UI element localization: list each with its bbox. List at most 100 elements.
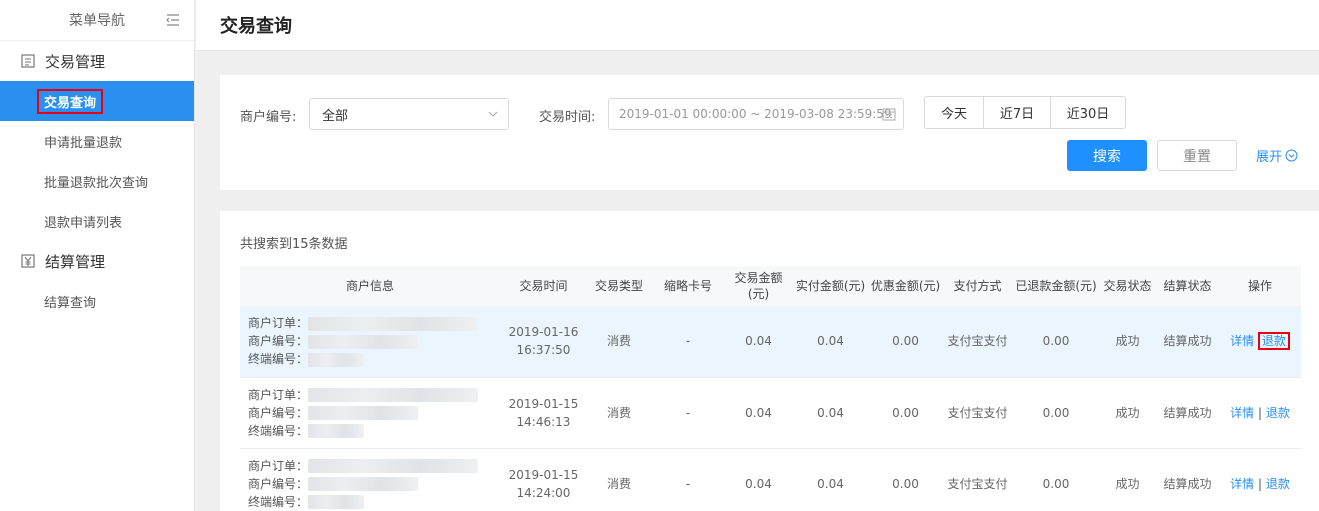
collapse-menu-icon[interactable] — [165, 12, 181, 28]
sidebar-item-label: 退款申请列表 — [44, 215, 123, 231]
detail-link[interactable]: 详情 — [1230, 477, 1254, 491]
method-cell: 支付宝支付 — [942, 306, 1013, 378]
col-discount: 优惠金额(元) — [870, 279, 941, 293]
merchant-label: 商户编号: — [240, 110, 297, 125]
sidebar-item-label: 结算查询 — [44, 295, 97, 311]
ops-cell: 详情 | 退款 — [1219, 448, 1301, 511]
table-row[interactable]: 商户订单： 商户编号： 终端编号： 2019-01-15 14:46:13 消费… — [240, 377, 1301, 449]
time-cell: 2019-01-16 16:37:50 — [500, 306, 587, 378]
discount-cell: 0.00 — [869, 448, 942, 511]
col-refunded: 已退款金额(元) — [1015, 279, 1097, 293]
time-label: 交易时间: — [539, 110, 596, 125]
merchant-order-label: 商户订单： — [248, 387, 309, 402]
col-type: 交易类型 — [594, 279, 643, 293]
table-row[interactable]: 商户订单： 商户编号： 终端编号： 2019-01-15 14:24:00 消费… — [240, 448, 1301, 511]
terminal-id-label: 终端编号： — [248, 423, 309, 438]
merchant-id-label: 商户编号： — [248, 334, 309, 349]
refund-link[interactable]: 退款 — [1266, 406, 1290, 420]
sidebar-item-batch-refund-query[interactable]: 批量退款批次查询 — [0, 161, 194, 201]
type-cell: 消费 — [587, 448, 651, 511]
status-cell: 成功 — [1099, 306, 1156, 378]
merchant-id-label: 商户编号： — [248, 476, 309, 491]
amount-cell: 0.04 — [725, 377, 792, 449]
sidebar-item-label: 交易查询 — [37, 88, 104, 114]
col-status: 交易状态 — [1103, 279, 1152, 293]
date-range-value: 2019-01-01 00:00:00 ~ 2019-03-08 23:59:5… — [619, 107, 892, 121]
merchant-select[interactable]: 全部 — [309, 98, 509, 130]
ops-cell: 详情 退款 — [1219, 306, 1301, 378]
page-title: 交易查询 — [220, 16, 292, 37]
sidebar-group-transaction[interactable]: 交易管理 — [0, 41, 194, 81]
filter-panel: 商户编号: 全部 交易时间: 2019-01-01 00:00:00 ~ 201… — [220, 75, 1319, 190]
date-range-picker[interactable]: 2019-01-01 00:00:00 ~ 2019-03-08 23:59:5… — [608, 98, 904, 130]
redacted-value — [308, 352, 365, 367]
quick-today-button[interactable]: 今天 — [925, 97, 984, 128]
redacted-value — [308, 316, 479, 331]
status-cell: 成功 — [1099, 377, 1156, 449]
paid-cell: 0.04 — [792, 377, 869, 449]
sidebar-item-settlement-query[interactable]: 结算查询 — [0, 281, 194, 321]
settle-cell: 结算成功 — [1156, 377, 1219, 449]
yen-icon — [21, 254, 35, 268]
expand-label: 展开 — [1256, 150, 1283, 165]
merchant-info-cell: 商户订单： 商户编号： 终端编号： — [240, 306, 500, 378]
quick-30days-button[interactable]: 近30日 — [1051, 97, 1125, 128]
sidebar-item-refund-list[interactable]: 退款申请列表 — [0, 201, 194, 241]
type-cell: 消费 — [587, 306, 651, 378]
sidebar-item-transaction-query[interactable]: 交易查询 — [0, 81, 194, 121]
type-cell: 消费 — [587, 377, 651, 449]
table-header-row: 商户信息 交易时间 交易类型 缩略卡号 交易金额(元) 实付金额(元) 优惠金额… — [240, 266, 1301, 306]
sidebar-item-batch-refund[interactable]: 申请批量退款 — [0, 121, 194, 161]
sidebar-group-settlement[interactable]: 结算管理 — [0, 241, 194, 281]
document-icon — [21, 54, 35, 68]
terminal-id-label: 终端编号： — [248, 494, 309, 509]
redacted-value — [308, 424, 365, 438]
transaction-table: 商户信息 交易时间 交易类型 缩略卡号 交易金额(元) 实付金额(元) 优惠金额… — [240, 266, 1301, 511]
terminal-id-label: 终端编号： — [248, 352, 309, 367]
merchant-info-cell: 商户订单： 商户编号： 终端编号： — [240, 377, 500, 449]
sidebar-item-label: 批量退款批次查询 — [44, 175, 149, 191]
merchant-order-label: 商户订单： — [248, 458, 309, 473]
merchant-order-label: 商户订单： — [248, 316, 309, 331]
col-settle: 结算状态 — [1163, 279, 1212, 293]
expand-link[interactable]: 展开 — [1256, 146, 1298, 165]
reset-button[interactable]: 重置 — [1157, 140, 1237, 171]
col-ops: 操作 — [1247, 279, 1272, 293]
ops-cell: 详情 | 退款 — [1219, 377, 1301, 449]
results-panel: 共搜索到15条数据 商户信息 交易时间 交易类型 缩略卡号 交易金额(元) 实付… — [220, 211, 1319, 511]
card-cell: - — [651, 448, 725, 511]
redacted-value — [308, 459, 479, 473]
redacted-value — [308, 477, 419, 491]
detail-link[interactable]: 详情 — [1230, 406, 1254, 420]
col-time: 交易时间 — [519, 279, 568, 293]
refund-link[interactable]: 退款 — [1257, 332, 1290, 351]
merchant-id-label: 商户编号： — [248, 405, 309, 420]
amount-cell: 0.04 — [725, 448, 792, 511]
quick-7days-button[interactable]: 近7日 — [984, 97, 1051, 128]
amount-cell: 0.04 — [725, 306, 792, 378]
merchant-select-value: 全部 — [322, 108, 349, 124]
card-cell: - — [651, 377, 725, 449]
expand-circle-icon — [1285, 149, 1298, 162]
col-card: 缩略卡号 — [663, 279, 712, 293]
refund-link[interactable]: 退款 — [1266, 477, 1290, 491]
refunded-cell: 0.00 — [1013, 306, 1099, 378]
col-amount: 交易金额(元) — [734, 271, 783, 301]
time-cell: 2019-01-15 14:24:00 — [500, 448, 587, 511]
sidebar-group-label: 交易管理 — [45, 52, 106, 71]
discount-cell: 0.00 — [869, 306, 942, 378]
refunded-cell: 0.00 — [1013, 377, 1099, 449]
detail-link[interactable]: 详情 — [1230, 334, 1254, 348]
time-cell: 2019-01-15 14:46:13 — [500, 377, 587, 449]
quick-date-group: 今天 近7日 近30日 — [924, 96, 1126, 129]
settle-cell: 结算成功 — [1156, 306, 1219, 378]
settle-cell: 结算成功 — [1156, 448, 1219, 511]
result-count: 共搜索到15条数据 — [240, 237, 348, 252]
sidebar-header: 菜单导航 — [0, 0, 194, 41]
redacted-value — [308, 495, 365, 509]
table-row[interactable]: 商户订单： 商户编号： 终端编号： 2019-01-16 16:37:50 消费… — [240, 306, 1301, 378]
col-method: 支付方式 — [953, 279, 1002, 293]
sidebar-group-label: 结算管理 — [45, 252, 106, 271]
sidebar-item-label: 申请批量退款 — [44, 135, 123, 151]
search-button[interactable]: 搜索 — [1067, 140, 1147, 171]
